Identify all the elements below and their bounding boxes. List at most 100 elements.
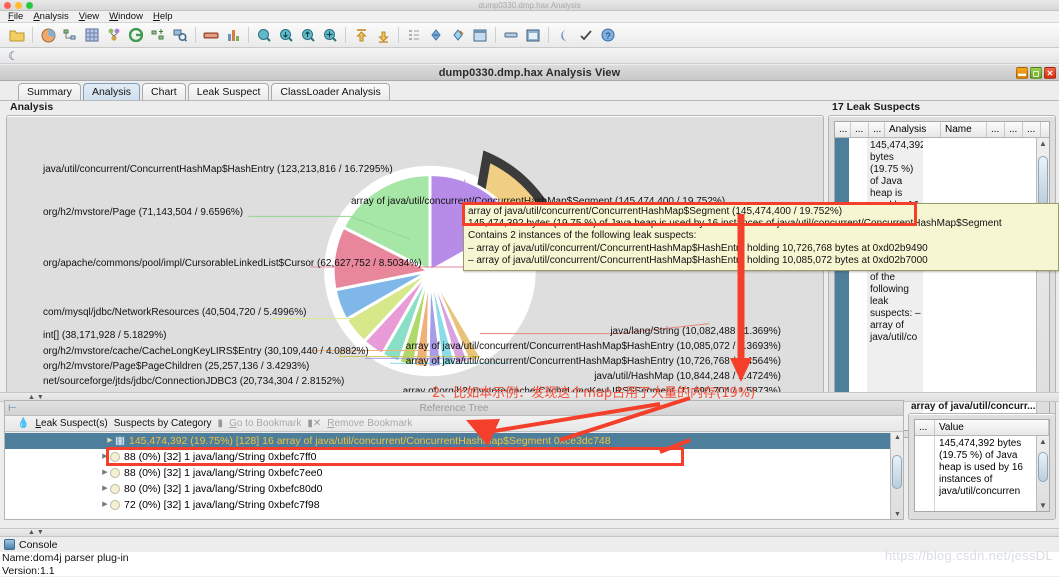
column-header-1[interactable]: ... — [851, 122, 869, 137]
tab-chart[interactable]: Chart — [142, 83, 186, 100]
remove-bookmark-button[interactable]: Remove Bookmark — [327, 418, 412, 429]
tree-scroll-up-icon[interactable]: ▲ — [894, 434, 901, 441]
detail-scroll-knob[interactable] — [1038, 452, 1048, 482]
menu-help[interactable]: Help — [148, 11, 178, 23]
row-analysis-cell[interactable]: 145,474,392 bytes (19.75 %) of Java heap… — [867, 138, 923, 430]
scroll-up-arrow-icon[interactable]: ▲ — [1039, 139, 1047, 148]
detail-scroll-up-icon[interactable]: ▲ — [1039, 437, 1047, 446]
detail-vertical-scrollbar[interactable]: ▲ ▼ — [1036, 436, 1049, 511]
tab-summary[interactable]: Summary — [18, 83, 81, 100]
menu-window[interactable]: Window — [104, 11, 148, 23]
tree-icon[interactable] — [61, 26, 79, 44]
console-splitter[interactable]: ▲▼ — [0, 528, 1059, 537]
tree-scroll-down-icon[interactable]: ▼ — [894, 511, 901, 518]
object-detail-rows[interactable]: 145,474,392 bytes (19.75 %) of Java heap… — [915, 436, 1049, 511]
go-to-bookmark-button[interactable]: Go to Bookmark — [229, 418, 301, 429]
detail-column-header-value[interactable]: Value — [935, 420, 1049, 435]
column-header-7[interactable]: ... — [1023, 122, 1041, 137]
moon-tab-icon[interactable]: ☾ — [4, 49, 23, 63]
column-header-5[interactable]: ... — [987, 122, 1005, 137]
menu-analysis[interactable]: Analysis — [28, 11, 73, 23]
detail-row-value-cell[interactable]: 145,474,392 bytes (19.75 %) of Java heap… — [935, 436, 1036, 511]
tree-row[interactable]: ▶ 88 (0%) [32] 1 java/lang/String 0xbefc… — [5, 449, 903, 465]
tree-scroll-knob[interactable] — [892, 455, 902, 489]
column-header-name[interactable]: Name — [941, 122, 987, 137]
tab-classloader-analysis[interactable]: ClassLoader Analysis — [271, 83, 389, 100]
analysis-panel-title: Analysis — [6, 101, 824, 113]
bar-chart-icon[interactable] — [224, 26, 242, 44]
pie-label-right-2: array of java/util/concurrent/Concurrent… — [406, 341, 781, 352]
restore-icon[interactable] — [524, 26, 542, 44]
expand-triangle-icon[interactable]: ▶ — [100, 449, 110, 465]
leak-suspects-vertical-scrollbar[interactable]: ▲ ▼ — [1036, 138, 1049, 430]
frame-title-bar[interactable]: dump0330.dmp.hax Analysis View ▬ ◻ ✕ — [0, 64, 1059, 81]
thread-icon[interactable] — [449, 26, 467, 44]
leak-suspects-rows[interactable]: 145,474,392 bytes (19.75 %) of Java heap… — [835, 138, 1049, 430]
pie-label-right-4: java/util/HashMap (10,844,248 / 1.4724%) — [594, 371, 781, 382]
compare-icon[interactable] — [127, 26, 145, 44]
tab-leak-suspect[interactable]: Leak Suspect — [188, 83, 270, 100]
tree-row[interactable]: ▶ 72 (0%) [32] 1 java/lang/String 0xbefc… — [5, 497, 903, 513]
row-name-cell[interactable] — [923, 138, 1036, 430]
toolbar-separator — [398, 27, 399, 43]
search-icon[interactable] — [255, 26, 273, 44]
suspects-by-category-button[interactable]: Suspects by Category — [114, 418, 212, 429]
expand-triangle-icon[interactable]: ▶ — [100, 481, 110, 497]
toolbar-separator — [495, 27, 496, 43]
frame-minimize-button[interactable]: ▬ — [1016, 67, 1028, 79]
reference-tree-vertical-scrollbar[interactable]: ▲ ▼ — [890, 433, 903, 519]
expand-triangle-icon[interactable]: ▶ — [100, 465, 110, 481]
toolbar-separator — [32, 27, 33, 43]
expand-triangle-icon[interactable]: ▶ — [105, 433, 115, 449]
help-icon[interactable]: ? — [599, 26, 617, 44]
expand-tree-icon[interactable] — [149, 26, 167, 44]
leak-suspects-header-row: ... ... ... Analysis Name ... ... ... — [835, 122, 1049, 138]
minimize-icon[interactable] — [502, 26, 520, 44]
os-title-bar: dump0330.dmp.hax Analysis — [0, 0, 1059, 11]
menu-file[interactable]: File — [3, 11, 28, 23]
detail-column-header-0[interactable]: ... — [915, 420, 935, 435]
leak-suspects-button[interactable]: Leak Suspect(s) — [35, 418, 107, 429]
detail-scroll-down-icon[interactable]: ▼ — [1039, 501, 1047, 510]
leak-suspects-body: ... ... ... Analysis Name ... ... ... 14… — [828, 115, 1056, 438]
tree-row[interactable]: ▶ 80 (0%) [32] 1 java/lang/String 0xbefc… — [5, 481, 903, 497]
frame-maximize-button[interactable]: ◻ — [1030, 67, 1042, 79]
search-all-icon[interactable] — [321, 26, 339, 44]
pie-label-left-2: org/apache/commons/pool/impl/CursorableL… — [43, 258, 422, 269]
moon-icon[interactable] — [555, 26, 573, 44]
query-icon[interactable] — [171, 26, 189, 44]
column-header-0[interactable]: ... — [835, 122, 851, 137]
window-icon[interactable] — [471, 26, 489, 44]
pie-chart-icon[interactable] — [39, 26, 57, 44]
up-arrow-icon[interactable] — [352, 26, 370, 44]
open-folder-icon[interactable] — [8, 26, 26, 44]
search-down-icon[interactable] — [277, 26, 295, 44]
search-up-icon[interactable] — [299, 26, 317, 44]
pie-chart[interactable]: java/util/concurrent/ConcurrentHashMap$H… — [11, 120, 819, 423]
row-selection-indicator — [835, 138, 849, 430]
down-arrow-icon[interactable] — [374, 26, 392, 44]
object-detail-table[interactable]: ... Value 145,474,392 bytes (19.75 %) of… — [914, 419, 1050, 512]
diff-icon[interactable] — [427, 26, 445, 44]
object-node-icon — [110, 484, 120, 494]
list-icon[interactable] — [405, 26, 423, 44]
column-header-analysis[interactable]: Analysis — [885, 122, 941, 137]
column-header-6[interactable]: ... — [1005, 122, 1023, 137]
console-icon — [4, 539, 15, 550]
pie-label-left-4: int[] (38,171,928 / 5.1829%) — [43, 330, 166, 341]
tree-row-selected[interactable]: ▶ [:] 145,474,392 (19.75%) [128] 16 arra… — [5, 433, 903, 449]
group-icon[interactable] — [105, 26, 123, 44]
check-icon[interactable] — [577, 26, 595, 44]
expand-triangle-icon[interactable]: ▶ — [100, 497, 110, 513]
reference-tree-rows[interactable]: ▶ [:] 145,474,392 (19.75%) [128] 16 arra… — [5, 433, 903, 519]
leak-suspects-table[interactable]: ... ... ... Analysis Name ... ... ... 14… — [834, 121, 1050, 431]
leak-suspects-scroll-knob[interactable] — [1038, 156, 1048, 206]
frame-close-button[interactable]: ✕ — [1044, 67, 1056, 79]
tree-row[interactable]: ▶ 88 (0%) [32] 1 java/lang/String 0xbefc… — [5, 465, 903, 481]
table-icon[interactable] — [83, 26, 101, 44]
console-splitter-icons[interactable]: ▲▼ — [28, 529, 46, 536]
tab-analysis[interactable]: Analysis — [83, 83, 140, 100]
column-header-2[interactable]: ... — [869, 122, 885, 137]
menu-view[interactable]: View — [74, 11, 104, 23]
histogram-icon[interactable] — [202, 26, 220, 44]
